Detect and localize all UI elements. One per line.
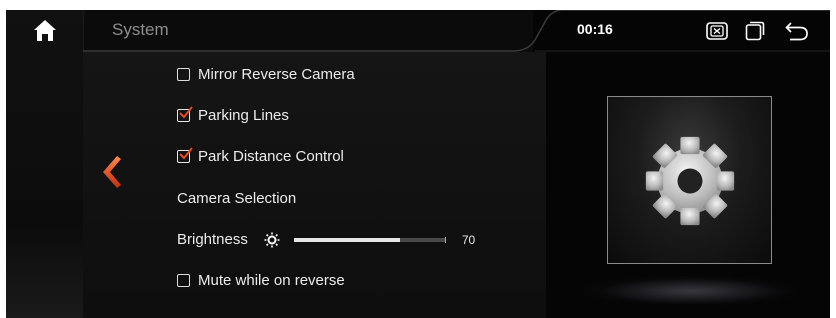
parking-lines-row[interactable]: Parking Lines bbox=[177, 106, 289, 124]
window-icon[interactable] bbox=[745, 21, 765, 41]
camera-selection-label: Camera Selection bbox=[177, 190, 297, 207]
mirror-reverse-camera-checkbox[interactable] bbox=[177, 68, 190, 81]
mute-while-on-reverse-checkbox[interactable] bbox=[177, 274, 190, 287]
settings-panel: Mirror Reverse Camera Parking Lines Park… bbox=[83, 52, 546, 318]
park-distance-control-label: Park Distance Control bbox=[198, 148, 344, 165]
home-sidebar bbox=[6, 10, 84, 318]
parking-lines-label: Parking Lines bbox=[198, 107, 289, 124]
back-return-icon[interactable] bbox=[785, 21, 809, 41]
mute-while-on-reverse-label: Mute while on reverse bbox=[198, 272, 345, 289]
chevron-left-icon[interactable] bbox=[99, 154, 123, 190]
gear-icon bbox=[645, 136, 735, 226]
home-icon[interactable] bbox=[32, 18, 58, 44]
brightness-sun-icon bbox=[264, 232, 280, 247]
preview-frame bbox=[607, 96, 772, 264]
preview-reflection bbox=[586, 276, 796, 306]
brightness-row: Brightness 70 bbox=[177, 231, 475, 248]
mirror-reverse-camera-label: Mirror Reverse Camera bbox=[198, 66, 355, 83]
park-distance-control-row[interactable]: Park Distance Control bbox=[177, 147, 344, 165]
brightness-slider-end bbox=[444, 236, 446, 243]
preview-panel bbox=[546, 52, 830, 318]
brightness-slider[interactable] bbox=[293, 236, 446, 243]
page-title: System bbox=[112, 20, 169, 39]
clock: 00:16 bbox=[577, 21, 613, 37]
checkmark-icon bbox=[179, 106, 193, 119]
brightness-slider-fill bbox=[293, 237, 401, 242]
checkmark-icon bbox=[179, 147, 193, 160]
head-unit-screen: System 00:16 Mirror Reverse Camera Parki… bbox=[6, 10, 830, 318]
camera-selection-row[interactable]: Camera Selection bbox=[177, 190, 296, 207]
park-distance-control-checkbox[interactable] bbox=[177, 147, 193, 163]
mirror-reverse-camera-row[interactable]: Mirror Reverse Camera bbox=[177, 66, 355, 83]
mute-while-on-reverse-row[interactable]: Mute while on reverse bbox=[177, 272, 345, 289]
brightness-label: Brightness bbox=[177, 231, 248, 248]
close-box-icon[interactable] bbox=[706, 22, 728, 40]
parking-lines-checkbox[interactable] bbox=[177, 106, 193, 122]
brightness-value: 70 bbox=[461, 232, 476, 247]
